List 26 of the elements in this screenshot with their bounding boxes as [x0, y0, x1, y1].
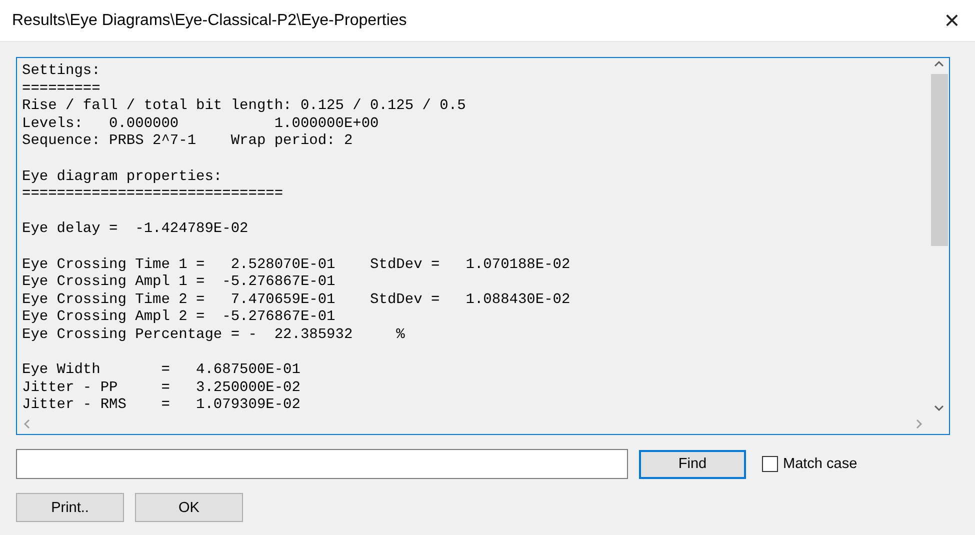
scroll-thumb[interactable] [930, 74, 948, 246]
dialog-button[interactable]: OK [135, 493, 243, 522]
dialog-button[interactable]: Print.. [16, 493, 124, 522]
output-line: Eye Crossing Time 2 = 7.470659E-01 StdDev = 1.088430E-02 [22, 292, 570, 310]
output-line: Settings: [22, 63, 100, 81]
close-button[interactable]: × [929, 0, 975, 42]
output-line: ========= [22, 80, 100, 98]
match-case-checkbox[interactable] [762, 456, 778, 472]
output-line: Eye Crossing Time 1 = 2.528070E-01 StdDev = 1.070188E-02 [22, 256, 570, 274]
output-line: Eye Crossing Percentage = - 22.385932 % [22, 326, 405, 344]
output-text-area[interactable] [16, 57, 950, 435]
output-line: Jitter - PP = 3.250000E-02 [22, 380, 300, 398]
output-line: Sequence: PRBS 2^7-1 Wrap period: 2 [22, 133, 353, 151]
output-line: Levels: 0.000000 1.000000E+00 [22, 116, 379, 134]
output-line: ============================== [22, 186, 284, 204]
output-line: Jitter - RMS = 1.079309E-02 [22, 397, 300, 414]
find-input-field[interactable] [16, 449, 628, 479]
output-line: Eye Width = 4.687500E-01 [22, 362, 300, 380]
output-line: Eye diagram properties: [22, 168, 222, 186]
find-button[interactable]: Find [639, 450, 746, 478]
window-title: Results\Eye Diagrams\Eye-Classical-P2\Eye-Properties [12, 12, 407, 30]
output-line: Rise / fall / total bit length: 0.125 / 0.125 / 0.5 [22, 98, 466, 116]
match-case-label: Match case [783, 456, 858, 472]
output-line: Eye Crossing Ampl 1 = -5.276867E-01 [22, 274, 336, 292]
output-line: Eye Crossing Ampl 2 = -5.276867E-01 [22, 309, 336, 327]
output-line: Eye delay = -1.424789E-02 [22, 221, 248, 239]
